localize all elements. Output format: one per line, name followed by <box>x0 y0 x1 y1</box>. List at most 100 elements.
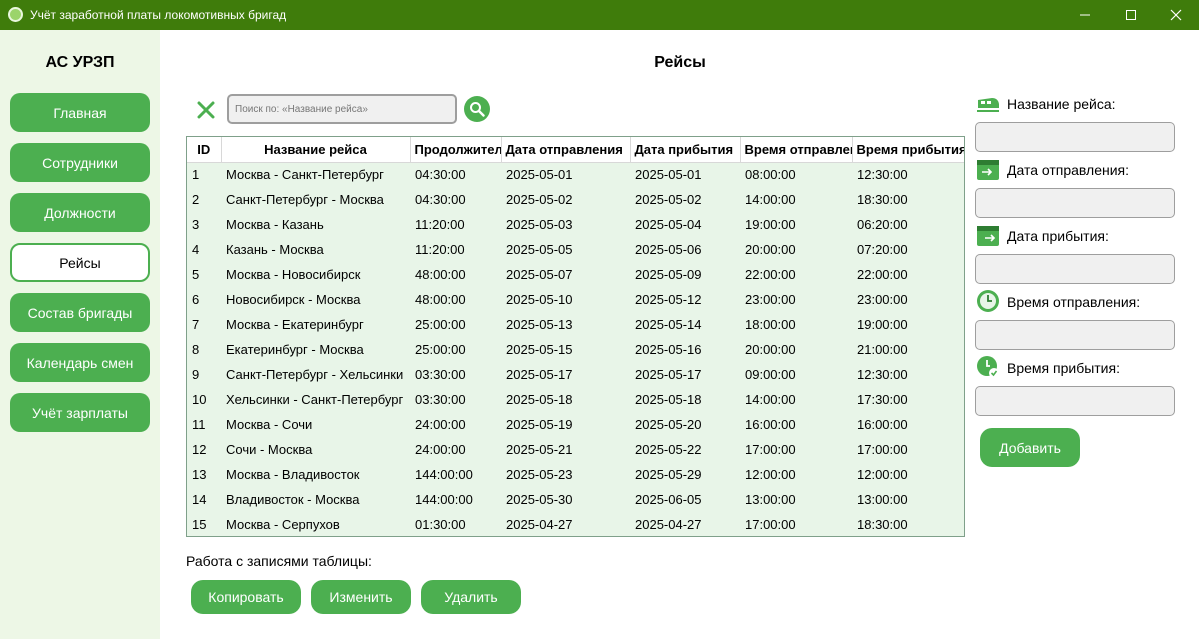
cell-departure-time: 16:00:00 <box>745 417 796 432</box>
column-header-departure-date[interactable]: Дата отправления <box>501 137 631 163</box>
clear-search-button[interactable] <box>195 99 217 121</box>
cell-departure-time: 22:00:00 <box>745 267 796 282</box>
cell-duration: 144:00:00 <box>415 492 473 507</box>
table-row[interactable]: 15 Москва - Серпухов 01:30:00 2025-04-27 202… <box>187 512 964 536</box>
cell-id: 11 <box>192 417 206 432</box>
minimize-button[interactable] <box>1062 0 1108 30</box>
title-bar: Учёт заработной платы локомотивных брига… <box>0 0 1199 30</box>
cell-departure-time: 20:00:00 <box>745 242 796 257</box>
clock-check-icon <box>977 356 999 378</box>
cell-arrival-time: 12:30:00 <box>857 167 908 183</box>
trip-name-label: Название рейса: <box>1007 96 1116 112</box>
cell-id: 14 <box>192 492 207 507</box>
cell-name: Москва - Новосибирск <box>226 267 361 282</box>
sidebar-item-shift-calendar[interactable]: Календарь смен <box>10 343 150 382</box>
cell-departure-date: 2025-05-21 <box>506 442 573 457</box>
cell-id: 15 <box>192 517 207 532</box>
column-header-name[interactable]: Название рейса <box>221 137 411 163</box>
column-header-departure-time[interactable]: Время отправления <box>740 137 853 163</box>
cell-departure-time: 08:00:00 <box>745 167 796 183</box>
table-row[interactable]: 6 Новосибирск - Москва 48:00:00 2025-05-10 2… <box>187 287 964 312</box>
cell-arrival-time: 23:00:00 <box>857 292 908 307</box>
window-title: Учёт заработной платы локомотивных брига… <box>30 8 287 22</box>
cell-departure-date: 2025-05-18 <box>506 392 573 407</box>
arrival-time-input[interactable] <box>975 386 1175 416</box>
cell-departure-time: 18:00:00 <box>745 317 796 332</box>
add-button[interactable]: Добавить <box>980 428 1080 467</box>
app-brand: АС УРЗП <box>45 54 115 71</box>
table-row[interactable]: 13 Москва - Владивосток 144:00:00 2025-05-2… <box>187 462 964 487</box>
cell-departure-time: 17:00:00 <box>745 442 796 457</box>
sidebar: АС УРЗП Главная Сотрудники Должности Рей… <box>0 30 160 639</box>
cell-departure-date: 2025-05-17 <box>506 367 573 382</box>
close-button[interactable] <box>1153 0 1199 30</box>
trip-name-input[interactable] <box>975 122 1175 152</box>
cell-name: Хельсинки - Санкт-Петербург <box>226 392 404 407</box>
sidebar-item-positions[interactable]: Должности <box>10 193 150 232</box>
cell-arrival-date: 2025-05-12 <box>635 292 702 307</box>
table-row[interactable]: 7 Москва - Екатеринбург 25:00:00 2025-05-13… <box>187 312 964 337</box>
cell-arrival-date: 2025-05-06 <box>635 242 702 257</box>
column-header-arrival-time[interactable]: Время прибытия <box>852 137 964 163</box>
table-row[interactable]: 1 Москва - Санкт-Петербург 04:30:00 2025-05… <box>187 162 964 187</box>
table-row[interactable]: 10 Хельсинки - Санкт-Петербург 03:30:00 202… <box>187 387 964 412</box>
cell-arrival-date: 2025-05-09 <box>635 267 702 282</box>
column-header-id[interactable]: ID <box>187 137 222 163</box>
departure-time-label: Время отправления: <box>1007 294 1141 310</box>
search-button[interactable] <box>464 96 490 122</box>
table-row[interactable]: 14 Владивосток - Москва 144:00:00 2025-05-3… <box>187 487 964 512</box>
table-row[interactable]: 5 Москва - Новосибирск 48:00:00 2025-05-07 2… <box>187 262 964 287</box>
sidebar-item-trips[interactable]: Рейсы <box>10 243 150 282</box>
cell-departure-date: 2025-05-19 <box>506 417 573 432</box>
cell-arrival-time: 18:30:00 <box>857 517 908 532</box>
cell-duration: 04:30:00 <box>415 167 466 183</box>
table-row[interactable]: 3 Москва - Казань 11:20:00 2025-05-03 2025-0… <box>187 212 964 237</box>
column-header-duration[interactable]: Продолжительность <box>410 137 502 163</box>
cell-id: 6 <box>192 292 200 307</box>
cell-arrival-time: 17:00:00 <box>857 442 908 457</box>
calendar-arrival-icon <box>977 226 999 246</box>
table-row[interactable]: 2 Санкт-Петербург - Москва 04:30:00 2025-05… <box>187 187 964 212</box>
cell-arrival-time: 13:00:00 <box>857 492 908 507</box>
delete-button[interactable]: Удалить <box>421 580 521 614</box>
trips-table[interactable]: ID Название рейса Продолжительность Дата… <box>186 136 965 537</box>
cell-duration: 25:00:00 <box>415 342 466 357</box>
arrival-date-input[interactable] <box>975 254 1175 284</box>
table-row[interactable]: 12 Сочи - Москва 24:00:00 2025-05-21 2025-05… <box>187 437 964 462</box>
departure-date-input[interactable] <box>975 188 1175 218</box>
cell-departure-time: 23:00:00 <box>745 292 796 307</box>
sidebar-item-crew[interactable]: Состав бригады <box>10 293 150 332</box>
cell-arrival-date: 2025-06-05 <box>635 492 702 507</box>
departure-time-input[interactable] <box>975 320 1175 350</box>
table-row[interactable]: 11 Москва - Сочи 24:00:00 2025-05-19 2025-05… <box>187 412 964 437</box>
cell-departure-date: 2025-05-13 <box>506 317 573 332</box>
sidebar-item-home[interactable]: Главная <box>10 93 150 132</box>
sidebar-item-salary[interactable]: Учёт зарплаты <box>10 393 150 432</box>
cell-arrival-date: 2025-05-16 <box>635 342 702 357</box>
search-input[interactable] <box>227 94 457 124</box>
edit-button[interactable]: Изменить <box>311 580 411 614</box>
cell-arrival-time: 22:00:00 <box>857 267 908 282</box>
copy-button[interactable]: Копировать <box>191 580 301 614</box>
cell-arrival-time: 12:30:00 <box>857 367 908 382</box>
cell-name: Казань - Москва <box>226 242 324 257</box>
calendar-departure-icon <box>977 160 999 180</box>
cell-arrival-date: 2025-05-22 <box>635 442 702 457</box>
cell-arrival-time: 16:00:00 <box>857 417 908 432</box>
cell-duration: 24:00:00 <box>415 442 466 457</box>
cell-arrival-date: 2025-05-14 <box>635 317 702 332</box>
cell-arrival-date: 2025-05-17 <box>635 367 702 382</box>
sidebar-item-employees[interactable]: Сотрудники <box>10 143 150 182</box>
cell-departure-date: 2025-04-27 <box>506 517 573 532</box>
column-header-arrival-date[interactable]: Дата прибытия <box>630 137 741 163</box>
close-icon <box>1170 9 1182 21</box>
maximize-button[interactable] <box>1108 0 1154 30</box>
cell-departure-date: 2025-05-15 <box>506 342 573 357</box>
cell-arrival-time: 06:20:00 <box>857 217 908 232</box>
table-row[interactable]: 8 Екатеринбург - Москва 25:00:00 2025-05-15… <box>187 337 964 362</box>
cell-id: 5 <box>192 267 200 282</box>
minimize-icon <box>1080 14 1090 16</box>
table-row[interactable]: 4 Казань - Москва 11:20:00 2025-05-05 2025-0… <box>187 237 964 262</box>
table-row[interactable]: 9 Санкт-Петербург - Хельсинки 03:30:00 2025… <box>187 362 964 387</box>
cell-name: Новосибирск - Москва <box>226 292 361 307</box>
